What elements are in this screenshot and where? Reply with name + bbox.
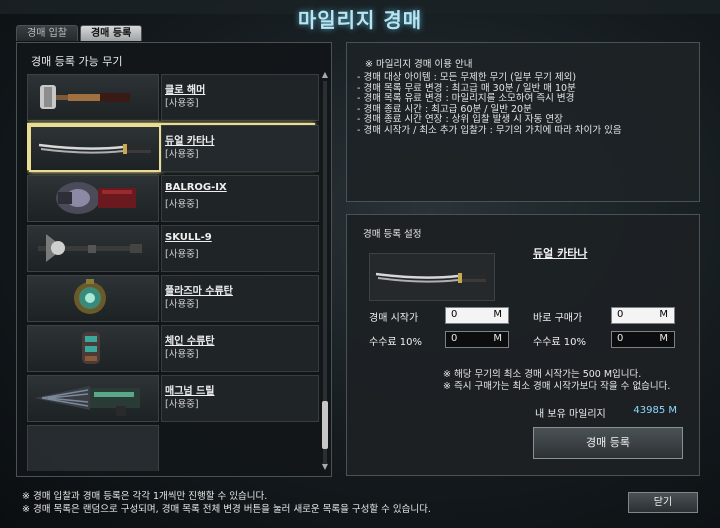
tab-auction-register[interactable]: 경매 등록 (79, 25, 143, 41)
weapon-item-name: 매그넘 드릴 (165, 386, 215, 397)
plasma-grenade-icon (27, 275, 159, 322)
weapon-list: 클로 해머 [사용중] 듀얼 카타나 [사용중] BALROG-IX [사용중]… (27, 71, 329, 471)
tab-auction-bid[interactable]: 경매 입찰 (16, 25, 78, 41)
claw-hammer-icon (27, 74, 159, 121)
info-line: - 경매 대상 아이템 : 모든 무제한 무기 (일부 무기 제외) (357, 72, 577, 83)
footer-notes: ※ 경매 입찰과 경매 등록은 각각 1개씩만 진행할 수 있습니다. ※ 경매… (22, 490, 431, 516)
fee-start-value: 0M (445, 331, 509, 348)
weapon-item-magnum-drill[interactable]: 매그넘 드릴 [사용중] (27, 375, 319, 422)
buy-now-label: 바로 구매가 (533, 313, 583, 324)
start-price-label: 경매 시작가 (369, 313, 419, 324)
close-button[interactable]: 닫기 (628, 492, 698, 513)
info-line: - 경매 종료 시간 연장 : 상위 입찰 발생 시 자동 연장 (357, 114, 563, 125)
weapon-item-name: 체인 수류탄 (165, 336, 215, 347)
weapon-list-scrollbar[interactable]: ▲ ▼ (321, 71, 329, 471)
start-price-input[interactable]: 0M (445, 307, 509, 324)
weapon-item-dual-katana[interactable]: 듀얼 카타나 [사용중] (27, 123, 319, 172)
weapon-item-name: BALROG-IX (165, 182, 227, 193)
weapon-item-status: [사용중] (165, 149, 199, 160)
skull-9-icon (27, 225, 159, 272)
register-panel: 경매 등록 설정 듀얼 카타나 경매 시작가 0M 바로 구매가 0M 수수료 … (346, 214, 700, 476)
info-line: - 경매 시작가 / 최소 추가 입찰가 : 무기의 가치에 따라 차이가 있음 (357, 124, 622, 136)
footer-note-2: ※ 경매 목록은 랜덤으로 구성되며, 경매 목록 전체 변경 버튼을 눌러 새… (22, 504, 431, 515)
weapon-item-name: 클로 해머 (165, 85, 206, 96)
scroll-down-icon[interactable]: ▼ (321, 463, 329, 471)
weapon-list-title: 경매 등록 가능 무기 (31, 55, 123, 68)
scroll-thumb[interactable] (322, 401, 328, 449)
auction-info-panel: ※ 마일리지 경매 이용 안내 - 경매 대상 아이템 : 모든 무제한 무기 … (346, 42, 700, 202)
note-min-start-price: ※ 해당 무기의 최소 경매 시작가는 500 M입니다. (443, 369, 642, 380)
register-auction-button[interactable]: 경매 등록 (533, 427, 683, 459)
weapon-item-claw-hammer[interactable]: 클로 해머 [사용중] (27, 74, 319, 121)
fee-buy-now-value: 0M (611, 331, 675, 348)
register-notes: ※ 해당 무기의 최소 경매 시작가는 500 M입니다. ※ 즉시 구매가는 … (443, 369, 670, 393)
buy-now-input[interactable]: 0M (611, 307, 675, 324)
scroll-up-icon[interactable]: ▲ (321, 71, 329, 79)
dual-katana-icon (29, 125, 161, 172)
auction-info-lines: - 경매 대상 아이템 : 모든 무제한 무기 (일부 무기 제외) - 경매 … (357, 72, 622, 136)
tab-bar: 경매 입찰 경매 등록 (16, 25, 143, 41)
selected-weapon-name: 듀얼 카타나 (533, 247, 588, 260)
weapon-item-empty (27, 425, 317, 471)
weapon-item-skull-9[interactable]: SKULL-9 [사용중] (27, 225, 319, 272)
fee-label-start: 수수료 10% (369, 337, 423, 348)
chain-grenade-icon (27, 325, 159, 372)
note-buy-now-rule: ※ 즉시 구매가는 최소 경매 시작가보다 작을 수 없습니다. (443, 381, 671, 392)
balrog-ix-icon (27, 175, 159, 222)
my-mileage-label: 내 보유 마일리지 (535, 409, 606, 420)
weapon-item-status: [사용중] (165, 349, 199, 360)
empty-slot (27, 425, 159, 471)
weapon-list-panel: 경매 등록 가능 무기 클로 해머 [사용중] 듀얼 카타나 [사용중] BAL… (16, 42, 332, 477)
dual-katana-icon (369, 253, 495, 301)
weapon-item-name: 플라즈마 수류탄 (165, 286, 233, 297)
weapon-item-status: [사용중] (165, 199, 199, 210)
weapon-item-status: [사용중] (165, 249, 199, 260)
weapon-item-status: [사용중] (165, 299, 199, 310)
register-title: 경매 등록 설정 (363, 229, 422, 240)
weapon-item-status: [사용중] (165, 399, 199, 410)
weapon-item-plasma-grenade[interactable]: 플라즈마 수류탄 [사용중] (27, 275, 319, 322)
weapon-item-chain-grenade[interactable]: 체인 수류탄 [사용중] (27, 325, 319, 372)
my-mileage-value: 43985 M (633, 405, 677, 416)
magnum-drill-icon (27, 375, 159, 422)
footer-note-1: ※ 경매 입찰과 경매 등록은 각각 1개씩만 진행할 수 있습니다. (22, 491, 268, 502)
auction-info-title: ※ 마일리지 경매 이용 안내 (365, 59, 473, 70)
weapon-item-status: [사용중] (165, 98, 199, 109)
weapon-item-name: SKULL-9 (165, 232, 212, 243)
info-line: - 경매 목록 유료 변경 : 마일리지를 소모하여 즉시 변경 (357, 93, 575, 104)
weapon-item-balrog-ix[interactable]: BALROG-IX [사용중] (27, 175, 319, 222)
fee-label-buy-now: 수수료 10% (533, 337, 587, 348)
weapon-item-name: 듀얼 카타나 (165, 136, 215, 147)
